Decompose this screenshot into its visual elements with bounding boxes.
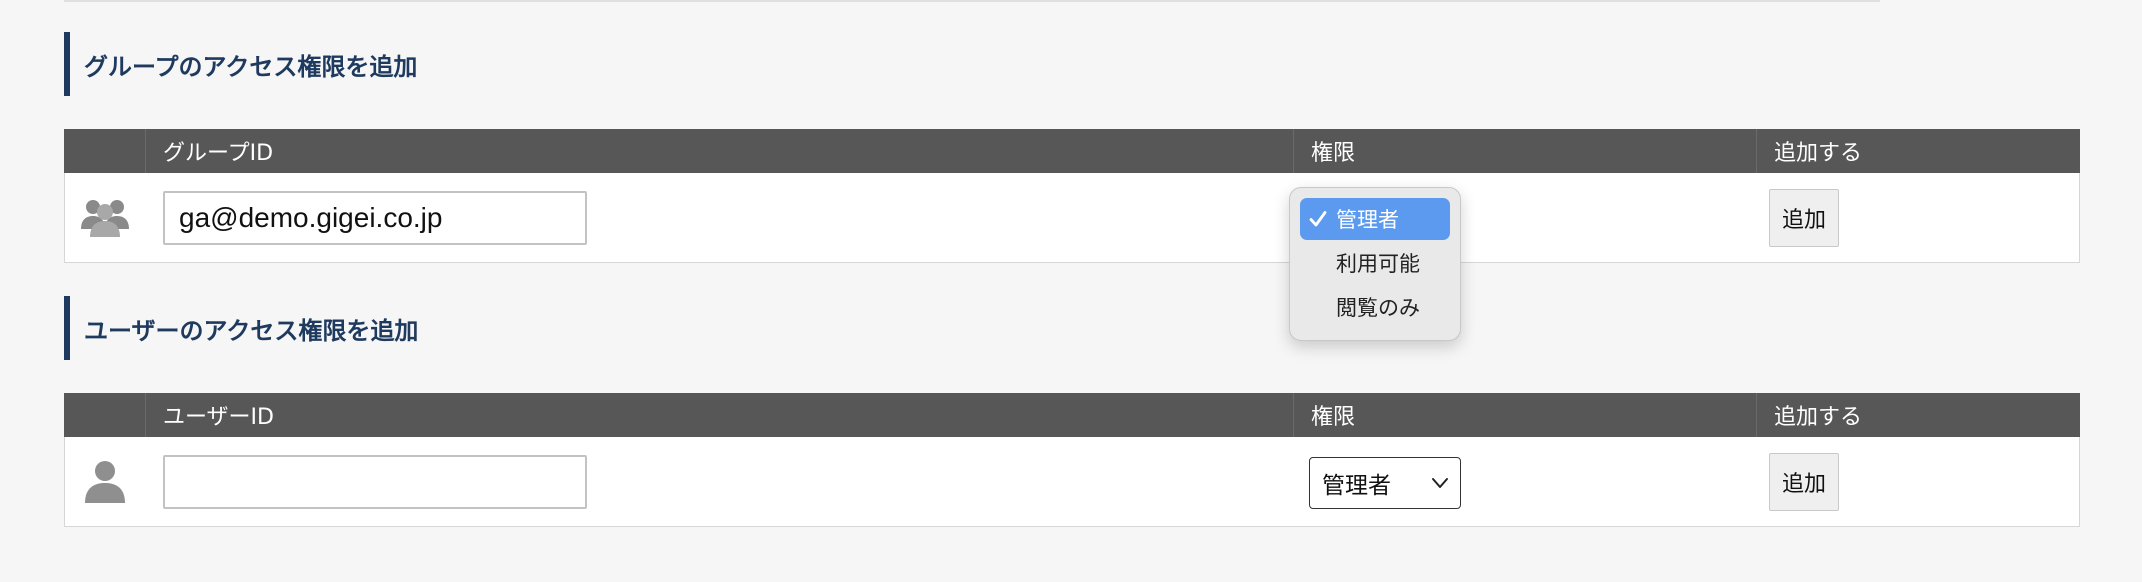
user-header-id: ユーザーID	[145, 393, 1293, 437]
dropdown-option-usable[interactable]: 利用可能	[1300, 242, 1450, 284]
user-permission-value: 管理者	[1322, 473, 1391, 499]
dropdown-option-admin-label: 管理者	[1336, 208, 1399, 232]
user-add-button[interactable]: 追加	[1769, 453, 1839, 511]
group-header-id: グループID	[145, 129, 1293, 173]
group-section-title-text: グループのアクセス権限を追加	[84, 52, 418, 81]
group-section-title: グループのアクセス権限を追加	[64, 32, 417, 96]
user-permission-select[interactable]: 管理者	[1309, 457, 1461, 509]
dropdown-option-admin[interactable]: 管理者	[1300, 198, 1450, 240]
group-add-button[interactable]: 追加	[1769, 189, 1839, 247]
user-header-add: 追加する	[1756, 393, 2080, 437]
user-header-permission: 権限	[1293, 393, 1756, 437]
user-section-title: ユーザーのアクセス権限を追加	[64, 296, 418, 360]
dropdown-option-usable-label: 利用可能	[1336, 252, 1420, 276]
dropdown-option-view-only[interactable]: 閲覧のみ	[1300, 286, 1450, 328]
group-header-add: 追加する	[1756, 129, 2080, 173]
group-header-permission: 権限	[1293, 129, 1756, 173]
group-header-icon-col	[64, 129, 145, 173]
user-icon	[85, 461, 125, 503]
user-id-input[interactable]	[163, 455, 587, 509]
group-table-row: 追加	[64, 173, 2080, 263]
checkmark-icon	[1309, 211, 1327, 227]
group-table-header: グループID 権限 追加する	[64, 129, 2080, 173]
group-icon	[81, 200, 129, 237]
user-section-title-text: ユーザーのアクセス権限を追加	[84, 316, 419, 345]
user-header-icon-col	[64, 393, 145, 437]
dropdown-option-view-only-label: 閲覧のみ	[1336, 296, 1420, 320]
top-divider	[64, 0, 1880, 2]
chevron-down-icon	[1432, 478, 1448, 488]
user-table-header: ユーザーID 権限 追加する	[64, 393, 2080, 437]
group-permission-dropdown-menu: 管理者 利用可能 閲覧のみ	[1289, 187, 1461, 341]
user-table-row: 管理者 追加	[64, 437, 2080, 527]
group-id-input[interactable]	[163, 191, 587, 245]
